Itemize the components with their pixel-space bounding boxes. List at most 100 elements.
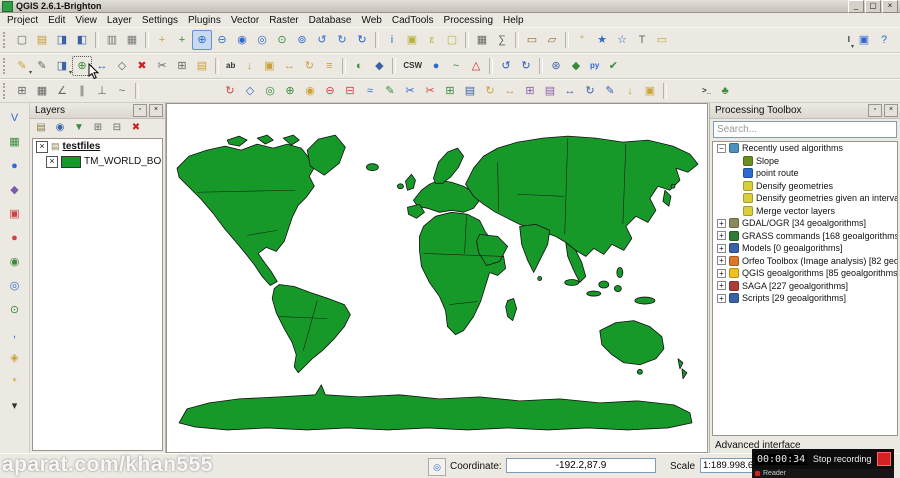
processing-options-icon[interactable]: ⊛: [546, 56, 566, 76]
recent-algorithms-item[interactable]: − Recently used algorithms: [713, 142, 897, 155]
highlight-pinned-labels-icon[interactable]: ▣: [640, 81, 660, 101]
node-tool-icon[interactable]: ◇: [112, 56, 132, 76]
merge-features-icon[interactable]: ⊞: [440, 81, 460, 101]
toolbar-grip[interactable]: [3, 83, 9, 99]
algorithm-search-input[interactable]: [713, 121, 897, 138]
menu-project[interactable]: Project: [2, 15, 43, 26]
coordinate-input[interactable]: [506, 458, 656, 473]
change-label-icon[interactable]: ✎: [600, 81, 620, 101]
add-wcs-layer-icon[interactable]: ◎: [5, 276, 25, 296]
minimize-button[interactable]: _: [848, 0, 864, 13]
menu-cadtools[interactable]: CadTools: [387, 15, 439, 26]
add-part-icon[interactable]: ⊕: [280, 81, 300, 101]
expand-icon[interactable]: +: [717, 256, 726, 266]
zoom-to-layer-icon[interactable]: ⊚: [292, 30, 312, 50]
processing-close-icon[interactable]: ×: [884, 104, 898, 117]
csw-search-icon[interactable]: CSW: [399, 56, 426, 76]
save-project-as-icon[interactable]: ◧: [72, 30, 92, 50]
geometry-snapper-icon[interactable]: ~: [446, 56, 466, 76]
copy-features-icon[interactable]: ⊞: [172, 56, 192, 76]
decorations-icon[interactable]: ◆: [369, 56, 389, 76]
select-features-icon[interactable]: ▣: [402, 30, 422, 50]
maximize-button[interactable]: ▢: [865, 0, 881, 13]
label-properties-icon[interactable]: ≡: [319, 56, 339, 76]
cad-input-icon[interactable]: ∠: [52, 81, 72, 101]
paste-features-icon[interactable]: ▤: [192, 56, 212, 76]
python-terminal-icon[interactable]: >_: [698, 81, 715, 101]
saga-item[interactable]: + SAGA [227 geoalgorithms]: [713, 280, 897, 293]
reshape-features-icon[interactable]: ✎: [380, 81, 400, 101]
zoom-next-icon[interactable]: ↻: [332, 30, 352, 50]
zoom-last-icon[interactable]: ↺: [312, 30, 332, 50]
zoom-in-icon[interactable]: ⊕: [192, 30, 212, 50]
add-raster-layer-icon[interactable]: ▦: [5, 132, 25, 152]
orfeo-toolbox-item[interactable]: + Orfeo Toolbox (Image analysis) [82 geoa…: [713, 255, 897, 268]
add-ring-icon[interactable]: ◎: [260, 81, 280, 101]
undo-icon[interactable]: ↺: [496, 56, 516, 76]
construction-mode-icon[interactable]: ∥: [72, 81, 92, 101]
delete-ring-icon[interactable]: ⊖: [320, 81, 340, 101]
pan-to-selection-icon[interactable]: +: [172, 30, 192, 50]
close-button[interactable]: ×: [882, 0, 898, 13]
delete-selected-icon[interactable]: ✖: [132, 56, 152, 76]
layer-visibility-icon[interactable]: ◉: [51, 119, 69, 137]
add-spatialite-layer-icon[interactable]: ◆: [5, 180, 25, 200]
metasearch-icon[interactable]: ●: [426, 56, 446, 76]
remove-layer-icon[interactable]: ✖: [127, 119, 145, 137]
layer-item-testfiles[interactable]: × ▤ testfiles: [33, 139, 162, 154]
redo-icon[interactable]: ↻: [516, 56, 536, 76]
add-gpx-layer-icon[interactable]: ◈: [5, 348, 25, 368]
measure-line-icon[interactable]: ▭: [522, 30, 542, 50]
add-mssql-layer-icon[interactable]: ▣: [5, 204, 25, 224]
label-show-hide-icon[interactable]: ▣: [259, 56, 279, 76]
expand-all-icon[interactable]: ⊞: [89, 119, 107, 137]
grass-commands-item[interactable]: + GRASS commands [168 geoalgorithms]: [713, 230, 897, 243]
snapping-options-icon[interactable]: ⊞: [12, 81, 32, 101]
python-console-icon[interactable]: py: [586, 56, 603, 76]
save-project-icon[interactable]: ◨: [52, 30, 72, 50]
labeling-icon[interactable]: ab: [222, 56, 239, 76]
menu-edit[interactable]: Edit: [43, 15, 70, 26]
expand-icon[interactable]: +: [717, 268, 726, 278]
layers-float-icon[interactable]: ▫: [133, 104, 147, 117]
menu-plugins[interactable]: Plugins: [183, 15, 226, 26]
merge-attributes-icon[interactable]: ▤: [460, 81, 480, 101]
menu-database[interactable]: Database: [304, 15, 357, 26]
run-script-icon[interactable]: ✔: [603, 56, 623, 76]
expand-icon[interactable]: +: [717, 243, 726, 253]
diagram-options-icon[interactable]: ◐: [349, 56, 369, 76]
qgis-geoalgorithms-item[interactable]: + QGIS geoalgorithms [85 geoalgorithms]: [713, 267, 897, 280]
text-annotation-icon[interactable]: T: [632, 30, 652, 50]
layers-tree[interactable]: ×▤testfiles×TM_WORLD_BORDE...: [32, 138, 163, 451]
delete-part-icon[interactable]: ⊟: [340, 81, 360, 101]
copy-style-icon[interactable]: ⊞: [520, 81, 540, 101]
merge-vector-layers-item[interactable]: Merge vector layers: [713, 205, 897, 218]
zoom-out-icon[interactable]: ⊖: [212, 30, 232, 50]
layer-item-tm-world-borders[interactable]: × TM_WORLD_BORDE...: [33, 154, 162, 169]
algorithms-tree[interactable]: − Recently used algorithms Slope point rout…: [712, 141, 898, 436]
menu-view[interactable]: View: [70, 15, 102, 26]
paste-style-icon[interactable]: ▤: [540, 81, 560, 101]
stop-recording-button[interactable]: [877, 452, 891, 466]
menu-settings[interactable]: Settings: [137, 15, 183, 26]
processing-float-icon[interactable]: ▫: [868, 104, 882, 117]
deselect-all-icon[interactable]: ▢: [442, 30, 462, 50]
menu-web[interactable]: Web: [356, 15, 386, 26]
expand-icon[interactable]: +: [717, 231, 726, 241]
split-features-icon[interactable]: ✂: [400, 81, 420, 101]
trace-mode-icon[interactable]: ~: [112, 81, 132, 101]
zoom-full-icon[interactable]: ◎: [252, 30, 272, 50]
new-composer-icon[interactable]: ▥: [102, 30, 122, 50]
point-route-item[interactable]: point route: [713, 167, 897, 180]
toolbar-grip[interactable]: [3, 32, 9, 48]
new-bookmark-icon[interactable]: ★: [592, 30, 612, 50]
identify-features-icon[interactable]: i: [382, 30, 402, 50]
add-group-icon[interactable]: ▤: [32, 119, 50, 137]
densify-geometries-item[interactable]: Densify geometries: [713, 180, 897, 193]
densify-geometries-interval-item[interactable]: Densify geometries given an interval: [713, 192, 897, 205]
pin-labels-icon[interactable]: ↓: [620, 81, 640, 101]
panel-toggle-icon[interactable]: ▣: [854, 30, 874, 50]
offset-curve-icon[interactable]: ≈: [360, 81, 380, 101]
layer-visibility-checkbox[interactable]: ×: [46, 155, 58, 168]
save-layer-edits-icon[interactable]: ◨ ▾: [52, 56, 72, 76]
